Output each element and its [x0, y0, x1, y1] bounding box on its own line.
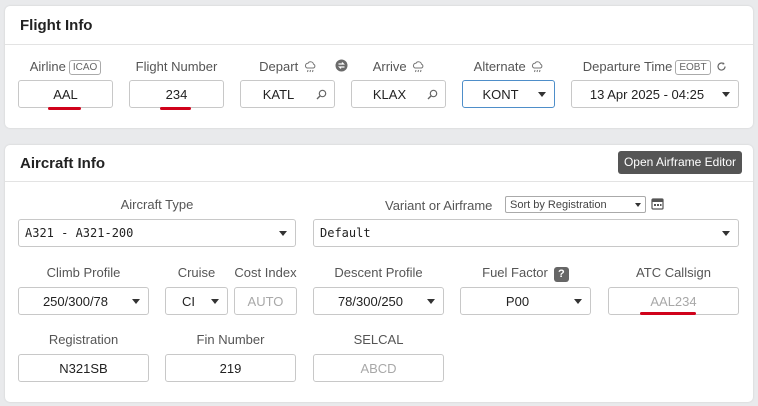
selcal-input[interactable]: ABCD: [313, 354, 444, 382]
weather-icon[interactable]: [531, 61, 543, 73]
depart-label: Depart: [240, 59, 335, 74]
depart-input[interactable]: KATL: [240, 80, 335, 108]
eobt-tag: EOBT: [675, 60, 711, 75]
selcal-label: SELCAL: [353, 332, 404, 347]
chevron-down-icon: [635, 202, 641, 207]
airline-input[interactable]: AAL: [18, 80, 113, 108]
departure-time-label: Departure Time EOBT: [571, 59, 739, 75]
search-icon[interactable]: [316, 89, 327, 100]
aircraft-info-card: Aircraft Info Open Airframe Editor Aircr…: [5, 145, 753, 402]
descent-profile-select[interactable]: 78/300/250: [313, 287, 444, 315]
swap-icon[interactable]: [335, 59, 348, 72]
descent-profile-label: Descent Profile: [334, 265, 423, 280]
calendar-icon[interactable]: [651, 197, 664, 210]
open-airframe-editor-button[interactable]: Open Airframe Editor: [617, 151, 742, 174]
airline-label: Airline ICAO: [18, 59, 113, 75]
divider: [5, 44, 753, 45]
chevron-down-icon: [427, 298, 435, 304]
alternate-select[interactable]: KONT: [462, 80, 555, 108]
departure-time-select[interactable]: 13 Apr 2025 - 04:25: [571, 80, 739, 108]
sort-select[interactable]: Sort by Registration: [505, 196, 646, 213]
chevron-down-icon: [574, 298, 582, 304]
chevron-down-icon: [211, 298, 219, 304]
aircraft-type-select[interactable]: A321 - A321-200: [18, 219, 296, 247]
aircraft-type-label: Aircraft Type: [120, 197, 194, 212]
flight-number-highlight-underline: [160, 107, 191, 110]
climb-profile-label: Climb Profile: [46, 265, 121, 280]
variant-label: Variant or Airframe: [385, 198, 493, 213]
chevron-down-icon: [538, 91, 546, 97]
aircraft-info-title: Aircraft Info: [20, 155, 106, 172]
weather-icon[interactable]: [304, 61, 316, 73]
fin-number-input[interactable]: 219: [165, 354, 296, 382]
fuel-factor-label: Fuel Factor?: [460, 265, 591, 282]
alternate-label: Alternate: [462, 59, 555, 74]
atc-callsign-label: ATC Callsign: [636, 265, 711, 280]
arrive-input[interactable]: KLAX: [351, 80, 446, 108]
cruise-label: Cruise: [177, 265, 216, 280]
atc-callsign-input[interactable]: AAL234: [608, 287, 739, 315]
cost-index-label: Cost Index: [234, 265, 297, 280]
help-icon[interactable]: ?: [553, 267, 569, 282]
climb-profile-select[interactable]: 250/300/78: [18, 287, 149, 315]
registration-input[interactable]: N321SB: [18, 354, 149, 382]
weather-icon[interactable]: [412, 61, 424, 73]
chevron-down-icon: [132, 298, 140, 304]
search-icon[interactable]: [427, 89, 438, 100]
fin-number-label: Fin Number: [196, 332, 265, 347]
icao-tag: ICAO: [68, 60, 102, 75]
divider: [5, 181, 753, 182]
arrive-label: Arrive: [351, 59, 446, 74]
flight-number-label: Flight Number: [135, 59, 218, 74]
registration-label: Registration: [48, 332, 119, 347]
cruise-select[interactable]: CI: [165, 287, 228, 315]
airline-highlight-underline: [48, 107, 81, 110]
fuel-factor-select[interactable]: P00: [460, 287, 591, 315]
flight-info-card: Flight Info Airline ICAO AAL Flight Numbe…: [5, 6, 753, 128]
atc-callsign-highlight-underline: [640, 312, 696, 315]
chevron-down-icon: [279, 230, 287, 236]
refresh-icon[interactable]: [716, 61, 727, 72]
flight-info-title: Flight Info: [20, 17, 93, 34]
chevron-down-icon: [722, 91, 730, 97]
variant-select[interactable]: Default: [313, 219, 739, 247]
cost-index-input[interactable]: AUTO: [234, 287, 297, 315]
flight-number-input[interactable]: 234: [129, 80, 224, 108]
chevron-down-icon: [722, 230, 730, 236]
